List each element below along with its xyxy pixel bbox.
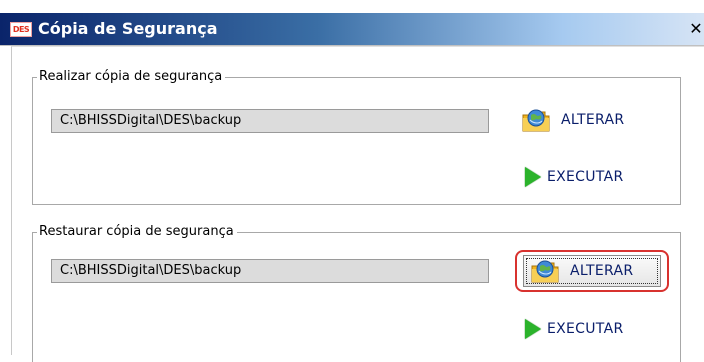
highlight-ring: ALTERAR: [515, 250, 669, 292]
restore-path-field: C:\BHISSDigital\DES\backup: [51, 259, 489, 283]
restore-executar-label: EXECUTAR: [547, 321, 624, 337]
folder-globe-icon: [521, 106, 551, 134]
backup-alterar-label: ALTERAR: [561, 112, 625, 128]
close-button[interactable]: ✕: [688, 20, 704, 38]
backup-dialog: DES Cópia de Segurança ✕ Realizar cópia …: [0, 0, 704, 362]
app-logo-icon: DES: [10, 22, 32, 37]
play-arrow-icon: [525, 167, 541, 187]
restore-group-legend: Restaurar cópia de segurança: [37, 223, 237, 241]
title-bar: DES Cópia de Segurança ✕: [0, 13, 704, 46]
restore-alterar-button[interactable]: ALTERAR: [523, 255, 661, 287]
window-title: Cópia de Segurança: [38, 19, 218, 38]
play-arrow-icon: [525, 319, 541, 339]
backup-group: Realizar cópia de segurança C:\BHISSDigi…: [32, 68, 681, 205]
folder-globe-icon: [530, 257, 560, 285]
backup-executar-button[interactable]: EXECUTAR: [525, 165, 623, 189]
backup-group-legend: Realizar cópia de segurança: [37, 68, 226, 86]
backup-path-field: C:\BHISSDigital\DES\backup: [51, 109, 489, 133]
backup-alterar-button[interactable]: ALTERAR: [521, 102, 624, 138]
backup-executar-label: EXECUTAR: [547, 169, 624, 185]
restore-executar-button[interactable]: EXECUTAR: [525, 317, 623, 341]
restore-group: Restaurar cópia de segurança C:\BHISSDig…: [32, 223, 681, 362]
restore-alterar-label: ALTERAR: [570, 263, 634, 279]
